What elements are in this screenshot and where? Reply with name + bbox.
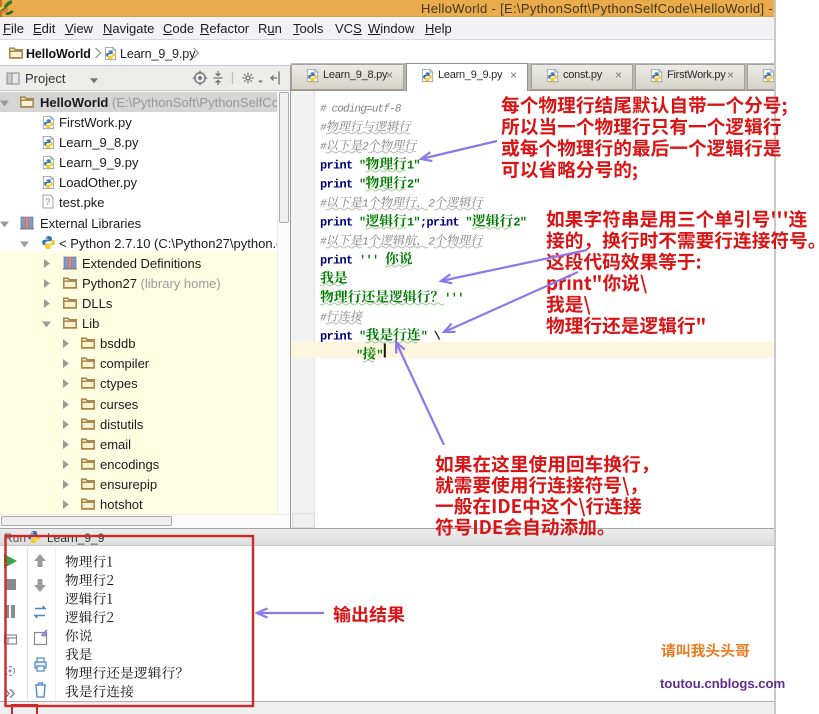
svg-text:?: ? [45,197,50,207]
